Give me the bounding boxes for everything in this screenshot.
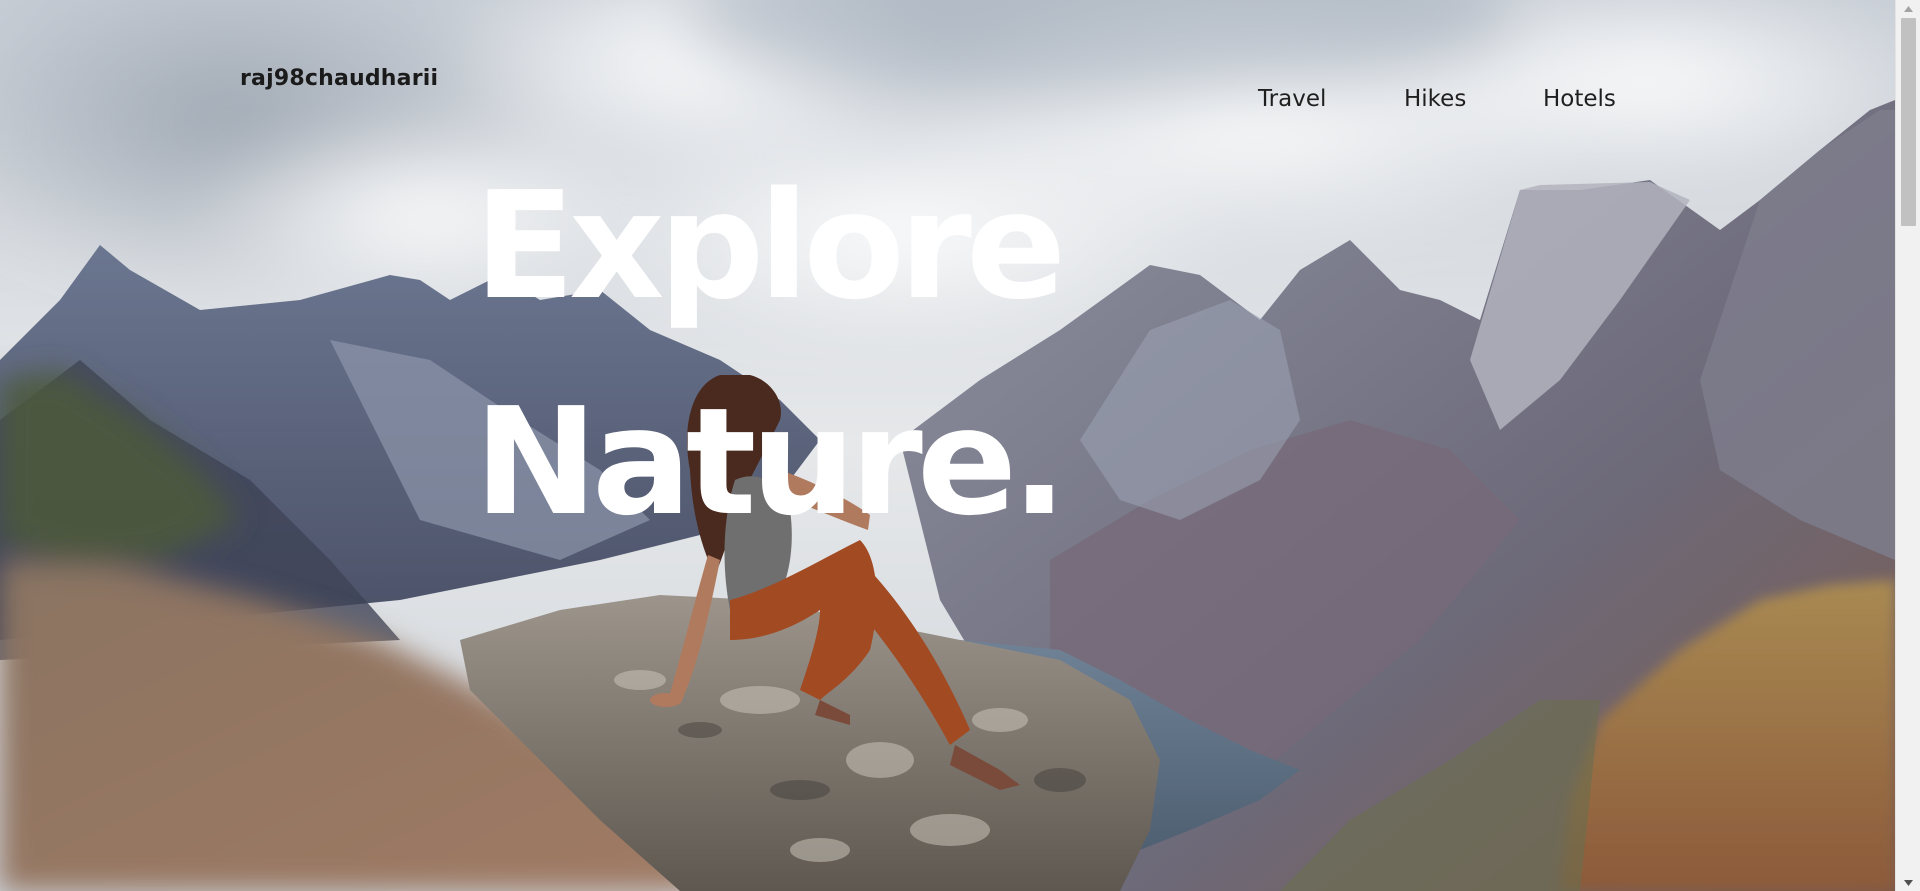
scroll-down-arrow-icon[interactable] — [1896, 874, 1920, 891]
nav-link-travel[interactable]: Travel — [1258, 86, 1326, 112]
scroll-up-arrow-icon[interactable] — [1896, 0, 1920, 17]
page: raj98chaudharii Travel Hikes Hotels Expl… — [0, 0, 1920, 891]
hero-headline-line-1: Explore — [474, 160, 1066, 332]
brand-logo[interactable]: raj98chaudharii — [240, 66, 438, 91]
scrollbar-thumb[interactable] — [1901, 18, 1916, 226]
vertical-scrollbar[interactable] — [1895, 0, 1920, 891]
hero-headline: Explore Nature. — [474, 138, 1067, 570]
hero-headline-line-2: Nature. — [474, 376, 1067, 548]
nav-link-hotels[interactable]: Hotels — [1543, 86, 1616, 112]
nav-link-hikes[interactable]: Hikes — [1404, 86, 1466, 112]
